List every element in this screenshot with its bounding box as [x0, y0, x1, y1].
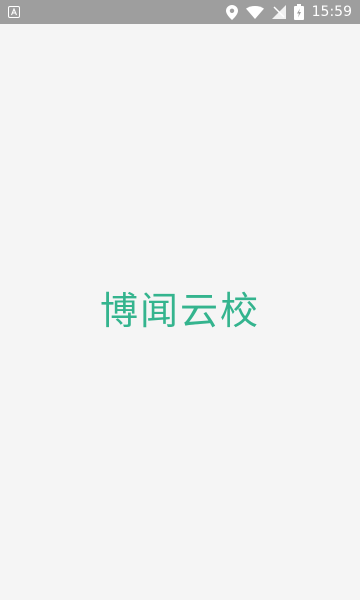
location-pin-icon: [225, 4, 238, 20]
no-sim-icon: [271, 5, 286, 19]
app-name-title: 博闻云校: [99, 289, 260, 333]
splash-screen: 博闻云校: [0, 24, 360, 600]
battery-icon: [293, 4, 304, 20]
status-time: 15:59: [311, 4, 352, 20]
android-notification-icon: [8, 6, 20, 18]
wifi-icon: [245, 5, 264, 19]
status-bar: 15:59: [0, 0, 360, 24]
